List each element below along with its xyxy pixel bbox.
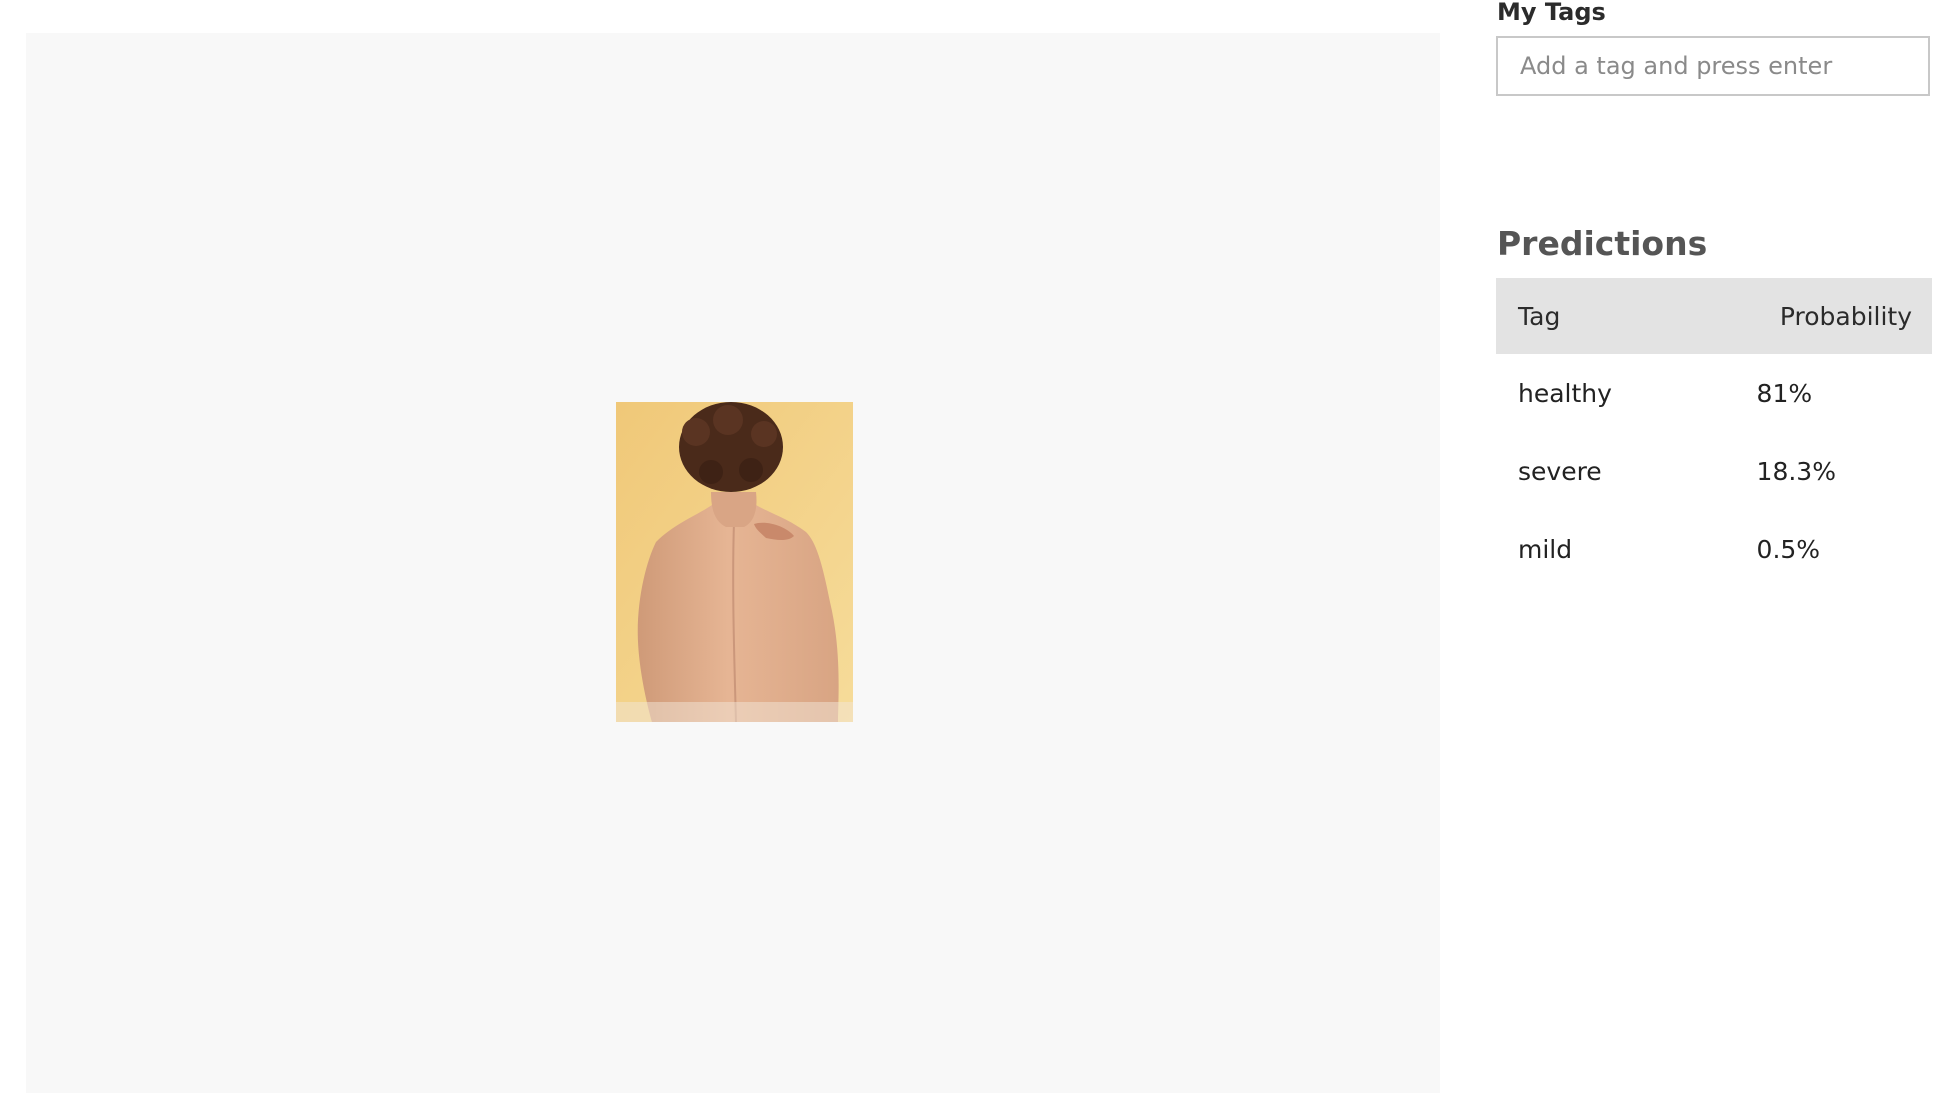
add-tag-input[interactable]	[1496, 36, 1930, 96]
predictions-heading: Predictions	[1497, 224, 1708, 263]
column-header-probability: Probability	[1779, 301, 1912, 331]
image-viewer	[26, 33, 1440, 1093]
prediction-probability: 0.5%	[1756, 534, 1821, 564]
predictions-table: Tag Probability healthy 81% severe 18.3%…	[1496, 278, 1932, 588]
table-row: mild 0.5%	[1496, 510, 1932, 588]
prediction-tag: severe	[1518, 456, 1602, 486]
predictions-header-row: Tag Probability	[1496, 278, 1932, 354]
table-row: healthy 81%	[1496, 354, 1932, 432]
table-row: severe 18.3%	[1496, 432, 1932, 510]
prediction-probability: 18.3%	[1756, 456, 1836, 486]
my-tags-heading: My Tags	[1497, 0, 1606, 26]
sidebar: My Tags Predictions Tag Probability heal…	[1496, 0, 1932, 1104]
prediction-probability: 81%	[1756, 378, 1813, 408]
column-header-tag: Tag	[1518, 301, 1561, 331]
prediction-tag: mild	[1518, 534, 1573, 564]
uploaded-photo	[616, 402, 853, 722]
prediction-tag: healthy	[1518, 378, 1612, 408]
